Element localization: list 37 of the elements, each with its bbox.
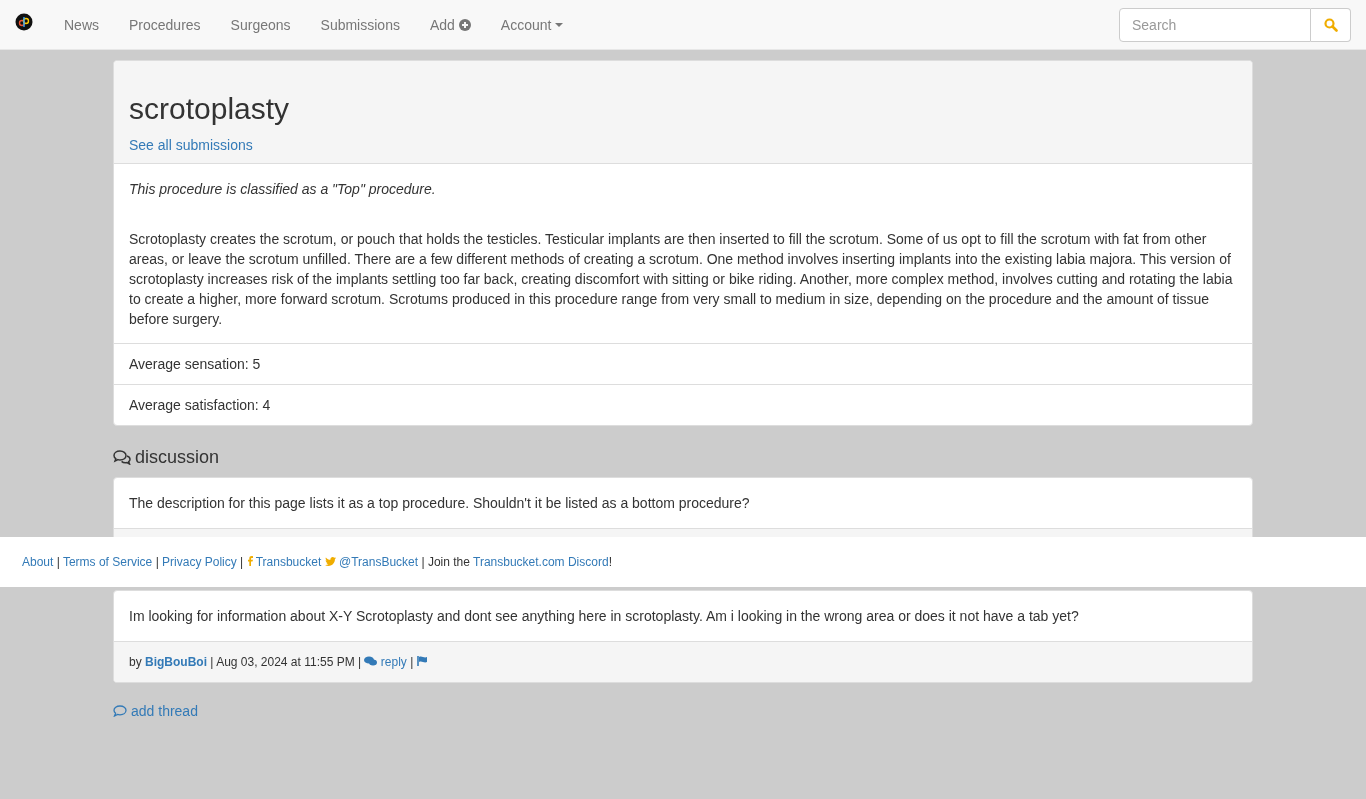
classification-text: This procedure is classified as a "Top" procedure. (129, 180, 437, 199)
footer-link[interactable]: About (22, 555, 54, 569)
add-menu[interactable]: Add (414, 16, 486, 33)
add-thread-link[interactable]: add thread (113, 703, 198, 719)
search-field[interactable]: Search (1119, 7, 1311, 42)
footer-link[interactable]: Privacy Policy (162, 555, 237, 569)
comment-icon (113, 705, 127, 717)
account-menu[interactable]: Account (485, 16, 579, 33)
reply-link[interactable]: reply (364, 655, 407, 669)
facebook-icon (246, 556, 253, 566)
nav-link[interactable]: Surgeons (215, 16, 306, 33)
author-link[interactable]: BigBouBoi (145, 655, 207, 669)
search-icon (1323, 17, 1338, 32)
comments-icon (364, 656, 378, 666)
comments-icon (113, 449, 131, 465)
discussion-heading: discussion (135, 446, 220, 468)
nav-link[interactable]: Procedures (114, 16, 216, 33)
nav-link[interactable]: Submissions (305, 16, 415, 33)
nav-link[interactable]: News (49, 16, 114, 33)
twitter-link[interactable]: @TransBucket (339, 555, 419, 569)
submissions-link[interactable]: See all submissions (129, 137, 253, 153)
footer-link[interactable]: Terms of Service (62, 555, 153, 569)
bird-icon (324, 557, 336, 566)
facebook-link[interactable]: Transbucket (255, 555, 322, 569)
caret-icon (555, 22, 564, 27)
thread-meta: by BigBouBoi | Aug 03, 2024 at 11:55 PM | reply | (129, 652, 1237, 672)
footer-text: About | Terms of Service | Privacy Policy | Transbucket @TransBucket | Join the Transbucket.com Discord! (22, 555, 612, 569)
description-text: Scrotoplasty creates the scrotum, or pouch that holds the testicles. Testicular implants are then inserted to fill the scrotum. Some of us opt to fill the scrotum with fat from other areas, or leave the scrotum unfilled. There are a few different methods of creating a scrotum. One method involves inserting implants into the existing labia majora. This version of scrotoplasty increases risk of the implants settling too far back, creating discomfort with sitting or bike riding. Another, more complex method, involves cutting and rotating the labia to create a higher, more forward scrotum. Scrotums produced in this procedure range from very small to medium in size, depending on the procedure and the amount of tissue before surgery. (129, 230, 1234, 329)
flag-icon[interactable] (416, 656, 428, 666)
procedure-title: scrotoplasty (129, 91, 291, 127)
plus-circle-icon (458, 18, 471, 31)
logo-icon[interactable] (15, 12, 33, 31)
stat-text: Average sensation: 5 (114, 343, 1252, 384)
thread-text: The description for this page lists it as a top procedure. Shouldn't it be listed as a bottom procedure? (128, 494, 751, 513)
discord-link[interactable]: Transbucket.com Discord (473, 555, 609, 569)
stat-text: Average satisfaction: 4 (114, 384, 1252, 425)
thread-text: Im looking for information about X-Y Scrotoplasty and dont see anything here in scrotoplasty. Am i looking in the wrong area or does it not have a tab yet? (128, 607, 1080, 626)
